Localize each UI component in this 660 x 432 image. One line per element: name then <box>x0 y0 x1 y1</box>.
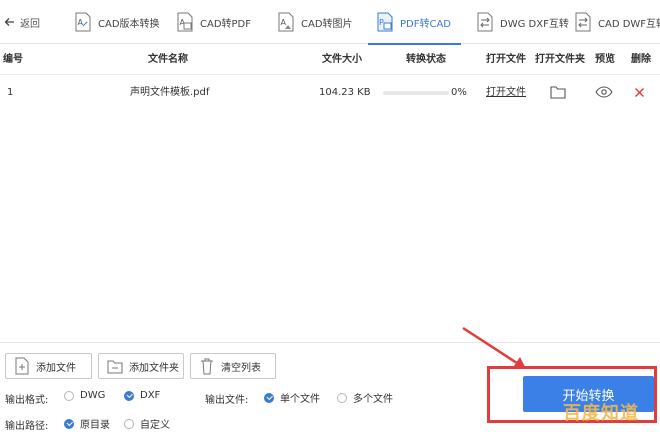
tab-pdf-to-cad[interactable]: P PDF转CAD <box>367 0 462 45</box>
header-preview: 预览 <box>595 54 615 65</box>
tab-cad-to-image[interactable]: A CAD转图片 <box>277 0 353 44</box>
svg-text:A: A <box>281 18 287 27</box>
format-dxf-radio[interactable]: DXF <box>124 390 160 401</box>
tab-cad-version[interactable]: A CAD版本转换 <box>74 0 160 44</box>
single-file-radio[interactable]: 单个文件 <box>264 390 320 405</box>
cad-version-icon: A <box>75 12 91 32</box>
radio-dot-checked <box>264 392 274 403</box>
header-delete: 删除 <box>631 54 651 65</box>
header-name: 文件名称 <box>148 54 188 65</box>
back-label: 返回 <box>20 18 40 30</box>
output-file-label: 输出文件: <box>205 395 249 406</box>
tab-label: PDF转CAD <box>400 18 452 30</box>
radio-label: 自定义 <box>140 420 170 431</box>
close-icon[interactable] <box>634 87 645 98</box>
row-file-size: 104.23 KB <box>319 87 371 98</box>
cad-pdf-icon: A <box>177 12 193 32</box>
pdf-cad-icon: P <box>377 12 393 32</box>
add-file-button[interactable]: 添加文件 <box>5 353 92 379</box>
output-format-label: 输出格式: <box>5 395 49 406</box>
add-folder-label: 添加文件夹 <box>129 362 179 374</box>
row-index: 1 <box>7 87 14 98</box>
radio-label: DWG <box>80 390 106 401</box>
cad-dwf-icon <box>575 12 591 32</box>
clear-list-label: 清空列表 <box>221 362 261 374</box>
svg-text:A: A <box>78 18 84 27</box>
tab-label: CAD DWF互转 <box>598 18 660 30</box>
radio-dot <box>124 418 134 429</box>
add-file-icon <box>15 357 29 375</box>
tab-label: CAD转PDF <box>200 18 252 30</box>
folder-icon[interactable] <box>550 85 566 99</box>
header-status: 转换状态 <box>406 54 446 65</box>
add-folder-button[interactable]: 添加文件夹 <box>98 353 184 379</box>
tab-dwg-dxf[interactable]: DWG DXF互转 <box>476 0 569 44</box>
radio-dot <box>64 390 74 401</box>
tab-cad-dwf[interactable]: CAD DWF互转 <box>574 0 660 44</box>
header-size: 文件大小 <box>322 54 362 65</box>
tab-label: CAD转图片 <box>301 18 353 30</box>
progress-bar <box>383 91 449 95</box>
back-button[interactable]: 返回 <box>4 13 40 31</box>
radio-label: DXF <box>140 390 161 401</box>
eye-icon[interactable] <box>595 85 613 99</box>
radio-label: 多个文件 <box>353 394 393 405</box>
radio-dot <box>337 392 347 403</box>
row-file-name: 声明文件模板.pdf <box>130 87 210 98</box>
multiple-files-radio[interactable]: 多个文件 <box>337 390 393 405</box>
original-dir-radio[interactable]: 原目录 <box>64 416 110 431</box>
custom-dir-radio[interactable]: 自定义 <box>124 416 170 431</box>
tab-cad-to-pdf[interactable]: A CAD转PDF <box>176 0 251 44</box>
tab-label: DWG DXF互转 <box>500 18 569 30</box>
top-toolbar: 返回 A CAD版本转换 A CAD转PDF A CAD转图片 P PDF转CA… <box>0 0 660 45</box>
trash-icon <box>201 358 213 375</box>
cad-image-icon: A <box>278 12 294 32</box>
dwg-dxf-icon <box>477 12 493 32</box>
svg-text:P: P <box>379 18 384 27</box>
header-open-folder: 打开文件夹 <box>535 54 585 65</box>
watermark: 百度知道 <box>563 403 639 424</box>
radio-label: 单个文件 <box>280 394 320 405</box>
arrow-left-icon <box>4 18 14 26</box>
progress-label: 0% <box>451 87 467 98</box>
tab-label: CAD版本转换 <box>98 18 160 30</box>
output-path-label: 输出路径: <box>5 421 49 432</box>
radio-dot-checked <box>124 390 134 401</box>
radio-label: 原目录 <box>80 420 110 431</box>
open-file-link[interactable]: 打开文件 <box>486 76 526 110</box>
radio-dot-checked <box>64 418 74 429</box>
header-index: 编号 <box>3 54 23 65</box>
add-file-label: 添加文件 <box>36 362 76 374</box>
table-header: 编号 文件名称 文件大小 转换状态 打开文件 打开文件夹 预览 删除 <box>0 45 660 75</box>
clear-list-button[interactable]: 清空列表 <box>190 353 276 379</box>
format-dwg-radio[interactable]: DWG <box>64 390 105 401</box>
add-folder-icon <box>107 360 123 374</box>
table-row[interactable]: 1 声明文件模板.pdf 104.23 KB 0% 打开文件 <box>0 76 660 110</box>
header-open-file: 打开文件 <box>486 54 526 65</box>
